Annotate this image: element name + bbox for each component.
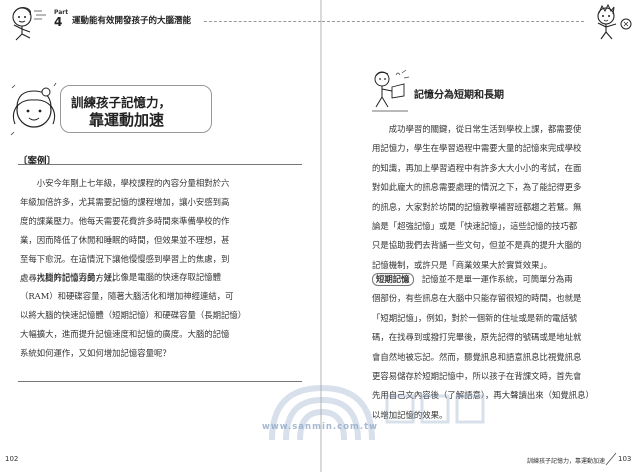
body-line: 會自然地被忘記。然而，聽覺訊息和語意訊息比視覺訊息 xyxy=(372,351,582,362)
page-number-right: 103 xyxy=(618,455,632,463)
case-line: （RAM）和硬碟容量，隨著大腦活化和增加神經連結，可 xyxy=(20,291,234,301)
case-line: 大腦的記憶容量，好比像是電腦的快速存取記憶體 xyxy=(20,272,221,282)
body-line-rest: 記憶並不是單一運作系統，可簡單分為兩 xyxy=(413,274,573,284)
body-line: 的知識，再加上學習過程中有許多大大小小的考試，在面 xyxy=(372,162,582,173)
body-line: 的訊息，大家對於坊間的記憶教學補習班都趨之若鶩。無 xyxy=(372,201,582,212)
case-line: 系統如何運作，又如何增加記憶容量呢？ xyxy=(20,348,171,358)
body-line: 論是「超強記憶」或是「快速記憶」，這些記憶的技巧都 xyxy=(372,221,578,232)
case-line: 大幅擴大，進而提升記憶速度和記憶的廣度。大腦的記憶 xyxy=(20,329,230,339)
case-line: 度的課業壓力。他每天需要花費許多時間來準備學校的作 xyxy=(20,216,230,226)
section-title-line2: 靠運動加速 xyxy=(89,111,165,129)
short-term-memory-badge: 短期記憶 xyxy=(372,273,414,286)
case-line: 年級加倍許多，尤其需要記憶的課程增加，讓小安感到高 xyxy=(20,197,230,207)
body-line: 成功學習的關鍵，從日常生活到學校上課，都需要使 xyxy=(372,124,582,134)
footer-running-title: 訓練孩子記憶力，靠運動加速 xyxy=(527,458,606,465)
body-line: 「短期記憶」，例如，對於一個新的住址或是新的電話號 xyxy=(372,312,578,323)
case-line: 業，因而降低了休閒和睡眠的時間，但效果並不理想，甚 xyxy=(20,235,230,245)
footer-slash-icon xyxy=(605,452,617,466)
chapter-title: 運動能有效開發孩子的大腦潛能 xyxy=(72,16,192,26)
subsection-title: 記憶分為短期和長期 xyxy=(414,90,504,101)
body-line: 對如此龐大的訊息需要處理的情況之下，為了能記得更多 xyxy=(372,182,582,193)
body-paragraph-1: 成功學習的關鍵，從日常生活到學校上課，都需要使 用記憶力，學生在學習過程中需要大… xyxy=(372,120,581,275)
page-number-left: 102 xyxy=(5,455,19,463)
header-dashed-rule xyxy=(322,21,584,22)
kid-running-illustration xyxy=(12,7,46,41)
publisher-watermark-logo xyxy=(269,384,485,441)
body-line: 只是協助我們去背誦一些文句，但並不是真的提升大腦的 xyxy=(372,240,582,251)
body-line: 碼，在找尋到或撥打完畢後，原先記得的號碼或是地址就 xyxy=(372,332,582,343)
case-line: 至每下愈況。在這情況下讓他慢慢感到學習上的焦慮，到 xyxy=(20,254,230,264)
body-line: 用記憶力，學生在學習過程中需要大量的記憶來完成學校 xyxy=(372,143,582,154)
header-dashed-rule xyxy=(204,21,321,22)
case-paragraph-2: 大腦的記憶容量，好比像是電腦的快速存取記憶體 （RAM）和硬碟容量，隨著大腦活化… xyxy=(20,268,246,363)
watermark-url: www.sanmin.com.tw xyxy=(262,422,379,432)
body-line: 個部份，有些訊息在大腦中只能存留很短的時間，也就是 xyxy=(372,293,582,304)
case-line: 小安今年剛上七年級，學校課程的內容分量相對於六 xyxy=(20,178,230,188)
girl-face-illustration xyxy=(10,82,57,136)
case-line: 以將大腦的快速記憶體（短期記憶）和硬碟容量（長期記憶） xyxy=(20,310,247,320)
boy-reading-illustration xyxy=(372,69,410,112)
part-number: 4 xyxy=(54,15,63,29)
section-title-box: 訓練孩子記憶力， 靠運動加速 xyxy=(60,85,212,133)
body-line: 短期記憶 記憶並不是單一運作系統，可簡單分為兩 xyxy=(372,270,594,289)
kids-playing-illustration xyxy=(597,3,632,40)
